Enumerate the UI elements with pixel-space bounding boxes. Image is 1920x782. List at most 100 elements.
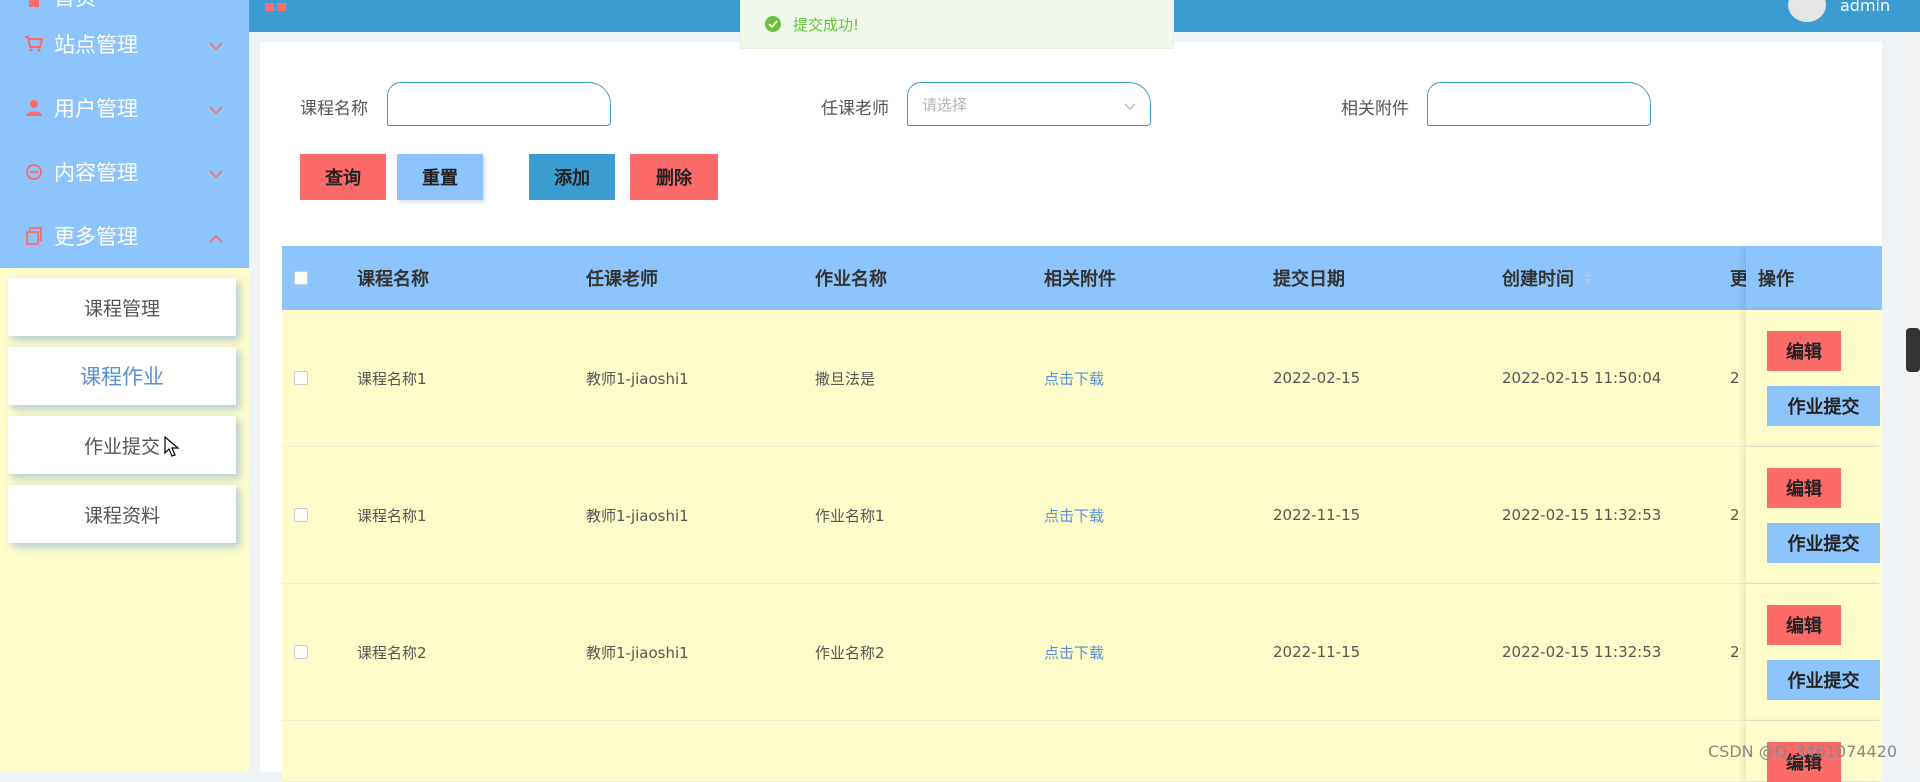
chevron-down-icon [209, 32, 223, 56]
submenu-item-homework-submission[interactable]: 作业提交 [8, 416, 236, 474]
header-homework-name[interactable]: 作业名称 [815, 246, 887, 310]
mouse-cursor-icon [164, 435, 180, 462]
chat-icon [22, 160, 46, 184]
sort-icon[interactable] [1584, 268, 1592, 289]
scrollbar-thumb[interactable] [1906, 328, 1920, 372]
page-scrollbar[interactable] [1908, 32, 1918, 772]
sidebar-submenu: 课程管理 课程作业 作业提交 课程资料 [0, 268, 249, 543]
row-checkbox[interactable] [294, 447, 308, 583]
menu-toggle-icon[interactable] [265, 3, 274, 11]
success-toast: 提交成功! [740, 0, 1174, 49]
download-link[interactable]: 点击下载 [1044, 584, 1104, 720]
watermark: CSDN @Q_3461074420 [1708, 742, 1898, 761]
cell-created-time: 2022-02-15 11:32:53 [1502, 643, 1662, 661]
cell-submit-date: 2022-02-15 [1273, 369, 1361, 387]
header-actions-cell: 操作 [1746, 246, 1882, 310]
home-icon [22, 0, 46, 12]
header-created-time[interactable]: 创建时间 [1502, 246, 1592, 310]
toast-message: 提交成功! [793, 15, 860, 34]
cell-teacher: 教师1-jiaoshi1 [586, 506, 689, 525]
edit-button[interactable]: 编辑 [1767, 605, 1841, 645]
sidebar-item-label: 更多管理 [54, 225, 138, 249]
chevron-down-icon [1124, 97, 1136, 115]
header-course-name[interactable]: 课程名称 [357, 246, 429, 310]
header-submit-date[interactable]: 提交日期 [1273, 246, 1345, 310]
chevron-down-icon [209, 160, 223, 184]
sidebar-item-site[interactable]: 站点管理 [0, 12, 249, 76]
menu-toggle-icon[interactable] [277, 3, 286, 11]
sidebar: 首页 站点管理 用户管理 内容管理 [0, 0, 249, 772]
checkbox-box [294, 371, 308, 385]
table-row: 课程名称1 教师1-jiaoshi1 作业名称1 点击下载 2022-11-15… [282, 447, 1882, 584]
main-content: 课程名称 任课老师 请选择 相关附件 查询 重置 添加 删除 课程名称 任课老师… [260, 42, 1882, 782]
submenu-item-course-materials[interactable]: 课程资料 [8, 485, 236, 543]
submit-homework-button[interactable]: 作业提交 [1767, 660, 1880, 700]
cell-course-name: 课程名称1 [357, 369, 427, 388]
header-created-time-label: 创建时间 [1502, 269, 1574, 290]
cell-homework-name: 作业名称2 [815, 643, 885, 662]
submit-homework-button[interactable]: 作业提交 [1767, 386, 1880, 426]
user-icon [22, 96, 46, 120]
table-row: 编辑 [282, 721, 1882, 782]
sidebar-item-users[interactable]: 用户管理 [0, 76, 249, 140]
attachment-input[interactable] [1427, 82, 1651, 126]
header-attachment[interactable]: 相关附件 [1044, 246, 1116, 310]
select-all-checkbox[interactable] [294, 246, 308, 310]
submenu-item-course-homework[interactable]: 课程作业 [8, 347, 236, 405]
cell-created-time: 2022-02-15 11:32:53 [1502, 506, 1662, 524]
edit-button[interactable]: 编辑 [1767, 331, 1841, 371]
cell-course-name: 课程名称1 [357, 506, 427, 525]
submit-homework-button[interactable]: 作业提交 [1767, 523, 1880, 563]
query-button[interactable]: 查询 [300, 154, 386, 200]
delete-button[interactable]: 删除 [630, 154, 718, 200]
cell-submit-date: 2022-11-15 [1273, 506, 1361, 524]
checkbox-box [294, 271, 308, 285]
check-circle-icon [765, 16, 781, 32]
checkbox-box [294, 645, 308, 659]
course-name-label: 课程名称 [300, 99, 368, 119]
cell-teacher: 教师1-jiaoshi1 [586, 369, 689, 388]
sidebar-item-label: 首页 [54, 0, 96, 12]
cart-icon [22, 32, 46, 56]
cell-submit-date: 2022-11-15 [1273, 643, 1361, 661]
sidebar-item-more[interactable]: 更多管理 [0, 204, 249, 268]
header-teacher[interactable]: 任课老师 [586, 246, 658, 310]
chevron-up-icon [209, 224, 223, 248]
download-link[interactable]: 点击下载 [1044, 447, 1104, 583]
sidebar-item-home[interactable]: 首页 [0, 0, 249, 12]
teacher-select[interactable]: 请选择 [907, 82, 1151, 126]
actions-cell: 编辑 作业提交 [1746, 584, 1882, 720]
sidebar-item-content[interactable]: 内容管理 [0, 140, 249, 204]
cell-homework-name: 撒旦法是 [815, 369, 876, 388]
sidebar-menu: 首页 站点管理 用户管理 内容管理 [0, 0, 249, 268]
sidebar-item-label: 内容管理 [54, 161, 138, 185]
header-actions: 操作 [1758, 269, 1794, 290]
actions-cell: 编辑 作业提交 [1746, 310, 1882, 446]
cell-truncated: 2 [1730, 506, 1740, 524]
sidebar-item-label: 用户管理 [54, 97, 138, 121]
cell-truncated: 2 [1730, 643, 1740, 661]
teacher-label: 任课老师 [821, 99, 889, 119]
actions-cell: 编辑 作业提交 [1746, 447, 1882, 583]
row-checkbox[interactable] [294, 584, 308, 720]
checkbox-box [294, 508, 308, 522]
table-row: 课程名称1 教师1-jiaoshi1 撒旦法是 点击下载 2022-02-15 … [282, 310, 1882, 447]
cell-homework-name: 作业名称1 [815, 506, 885, 525]
cell-created-time: 2022-02-15 11:50:04 [1502, 369, 1662, 387]
chevron-down-icon [209, 96, 223, 120]
homework-table: 课程名称 任课老师 作业名称 相关附件 提交日期 创建时间 更 操作 课程名称1… [282, 246, 1882, 782]
row-checkbox[interactable] [294, 310, 308, 446]
add-button[interactable]: 添加 [529, 154, 615, 200]
cell-truncated: 2 [1730, 369, 1740, 387]
cell-course-name: 课程名称2 [357, 643, 427, 662]
course-name-input[interactable] [387, 82, 611, 126]
submenu-item-course-management[interactable]: 课程管理 [8, 278, 236, 336]
table-header: 课程名称 任课老师 作业名称 相关附件 提交日期 创建时间 更 操作 [282, 246, 1882, 310]
edit-button[interactable]: 编辑 [1767, 468, 1841, 508]
download-link[interactable]: 点击下载 [1044, 310, 1104, 446]
teacher-select-placeholder: 请选择 [922, 95, 968, 114]
reset-button[interactable]: 重置 [397, 154, 483, 200]
cell-teacher: 教师1-jiaoshi1 [586, 643, 689, 662]
user-name[interactable]: admin [1840, 0, 1890, 15]
sidebar-item-label: 站点管理 [54, 33, 138, 57]
